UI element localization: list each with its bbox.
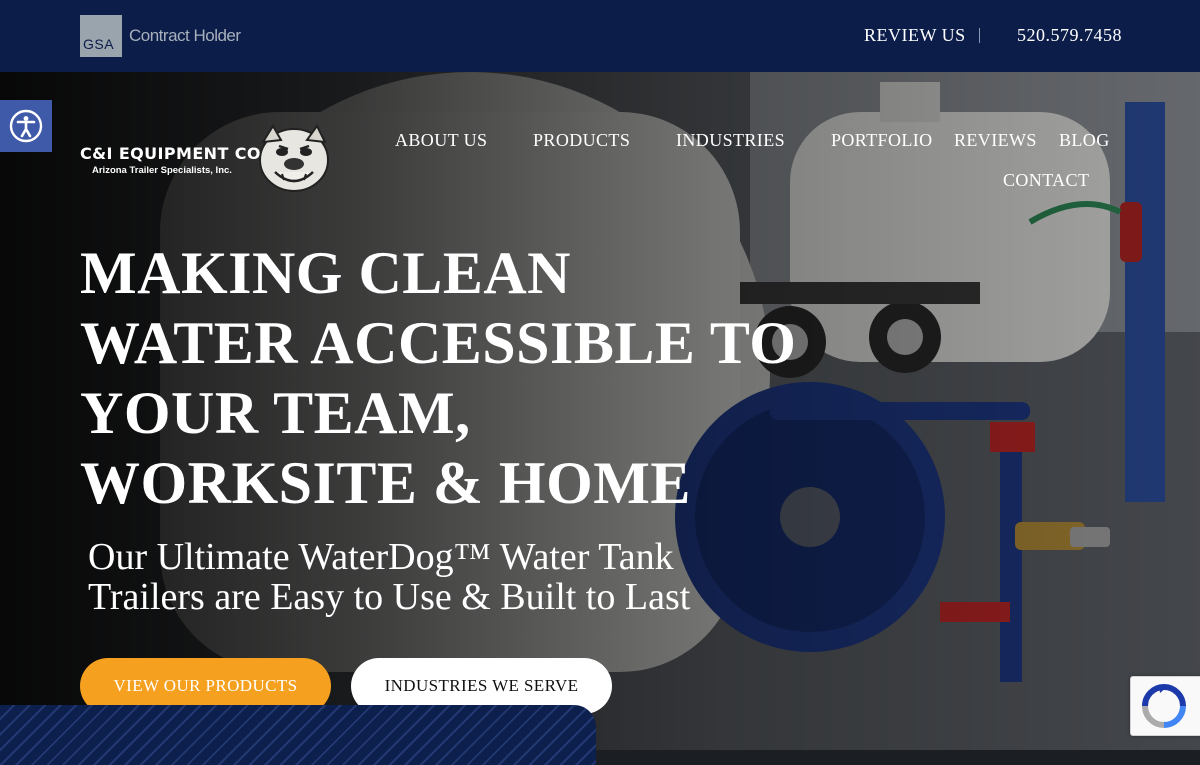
accessibility-button[interactable]: [0, 100, 52, 152]
gsa-logo-icon: GSA: [80, 15, 122, 57]
bulldog-mascot-icon[interactable]: [255, 122, 333, 194]
accessibility-icon: [9, 109, 43, 143]
nav-item-about-us[interactable]: ABOUT US: [395, 130, 487, 151]
striped-panel: [0, 705, 596, 765]
brand-tagline: Arizona Trailer Specialists, Inc.: [92, 165, 232, 176]
recaptcha-icon: [1142, 684, 1186, 728]
hero-subheadline: Our Ultimate WaterDog™ Water Tank Traile…: [88, 536, 691, 618]
hero-headline: MAKING CLEAN WATER ACCESSIBLE TO YOUR TE…: [80, 240, 797, 516]
gsa-contract-badge[interactable]: GSA Contract Holder: [80, 15, 241, 57]
nav-item-blog[interactable]: BLOG: [1059, 130, 1110, 151]
nav-item-products[interactable]: PRODUCTS: [533, 130, 630, 151]
nav-item-portfolio[interactable]: PORTFOLIO: [831, 130, 933, 151]
brand-name[interactable]: C&I EQUIPMENT CO.: [80, 144, 267, 163]
gsa-badge-text: GSA: [83, 36, 115, 52]
nav-item-contact[interactable]: CONTACT: [1003, 170, 1089, 191]
topbar-divider: [979, 28, 980, 43]
nav-item-reviews[interactable]: REVIEWS: [954, 130, 1037, 151]
recaptcha-badge[interactable]: [1130, 676, 1200, 736]
review-us-link[interactable]: REVIEW US: [864, 25, 966, 46]
phone-link[interactable]: 520.579.7458: [1017, 25, 1122, 46]
gsa-contract-label: Contract Holder: [129, 26, 241, 45]
top-bar: GSA Contract Holder REVIEW US 520.579.74…: [0, 0, 1200, 72]
nav-item-industries[interactable]: INDUSTRIES: [676, 130, 785, 151]
